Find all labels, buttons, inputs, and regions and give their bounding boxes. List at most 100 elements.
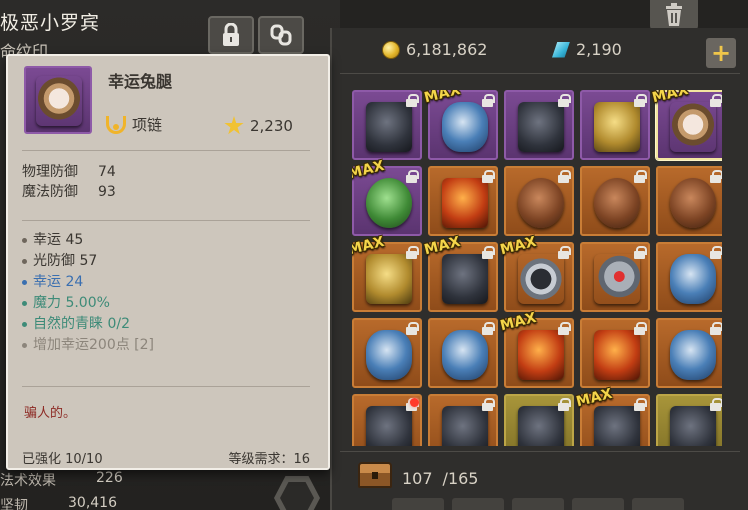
inventory-slot-spiked-skull-helm[interactable] bbox=[428, 318, 498, 388]
lock-icon bbox=[406, 94, 419, 107]
item-type-label: 项链 bbox=[132, 116, 163, 134]
inventory-slot-gas-mask-boots[interactable] bbox=[352, 90, 422, 160]
divider bbox=[22, 150, 310, 151]
attribute-row: 光防御 57 bbox=[22, 251, 154, 272]
ruby-ring-icon bbox=[594, 254, 640, 304]
inventory-slot-flame-staff[interactable]: MAX bbox=[499, 310, 574, 388]
inventory-slot-lucky-rabbit-foot[interactable]: MAX bbox=[651, 90, 722, 160]
attribute-text: 魔力 5.00% bbox=[33, 295, 110, 311]
add-currency-button[interactable]: + bbox=[706, 38, 736, 68]
bullet-icon bbox=[22, 322, 27, 327]
inventory-slot-silver-pendant[interactable]: MAX bbox=[499, 234, 574, 312]
bird-mask-icon bbox=[366, 254, 412, 304]
inventory-slot-bird-mask[interactable]: MAX bbox=[352, 234, 422, 312]
lock-icon bbox=[710, 94, 722, 107]
inventory-slot-clover-charm[interactable]: MAX bbox=[352, 158, 422, 236]
bottom-tab[interactable] bbox=[632, 498, 684, 510]
inventory-slot-spiked-gauntlet[interactable]: MAX bbox=[423, 234, 498, 312]
bullet-icon bbox=[22, 259, 27, 264]
gas-mask-boots-icon bbox=[366, 102, 412, 152]
inventory-slot-dark-armor[interactable] bbox=[428, 394, 498, 446]
attribute-row: 增加幸运200点 [2] bbox=[22, 335, 154, 356]
item-tooltip-card: 幸运兔腿 项链 2,230 物理防御 74 魔法防御 93 幸运 45 光防御 5… bbox=[6, 54, 330, 470]
item-type: 项链 bbox=[106, 114, 162, 135]
bullet-icon bbox=[22, 301, 27, 306]
bottom-tab[interactable] bbox=[452, 498, 504, 510]
spiked-skull-helm-icon bbox=[670, 254, 716, 304]
unlock-toggle-button[interactable] bbox=[258, 16, 304, 54]
inventory-slot-goggles[interactable] bbox=[504, 166, 574, 236]
lock-toggle-button[interactable] bbox=[208, 16, 254, 54]
inventory-slot-spiked-skull-helm[interactable] bbox=[656, 242, 722, 312]
background-stat-row: 法术效果 226 bbox=[0, 470, 123, 490]
lock-icon bbox=[223, 23, 239, 46]
inventory-slot-ruby-ring[interactable] bbox=[580, 242, 650, 312]
divider bbox=[22, 386, 310, 387]
spiked-gauntlet-icon bbox=[442, 254, 488, 304]
dark-armor-icon bbox=[442, 406, 488, 446]
dark-armor-icon bbox=[366, 406, 412, 446]
attribute-list: 幸运 45 光防御 57 幸运 24 魔力 5.00% 自然的青睐 0/2 增加幸运200… bbox=[22, 230, 154, 356]
blue-gauntlet-icon bbox=[442, 102, 488, 152]
divider bbox=[340, 451, 740, 452]
lock-icon bbox=[558, 398, 571, 411]
stat-value: 30,416 bbox=[68, 495, 117, 510]
inventory-slot-dark-armor[interactable] bbox=[352, 394, 422, 446]
bone-chain-icon bbox=[670, 330, 716, 380]
inventory-slot-blue-gauntlet[interactable]: MAX bbox=[423, 90, 498, 160]
inventory-slot-demon-mask[interactable] bbox=[428, 166, 498, 236]
inventory-slot-flame-sword[interactable] bbox=[580, 318, 650, 388]
capacity-total: 165 bbox=[447, 469, 479, 488]
level-requirement: 等级需求：16 bbox=[228, 452, 310, 467]
attribute-text: 增加幸运200点 [2] bbox=[33, 337, 155, 353]
divider bbox=[340, 73, 740, 74]
lock-icon bbox=[558, 94, 571, 107]
lock-icon bbox=[634, 94, 647, 107]
bottom-tab[interactable] bbox=[392, 498, 444, 510]
flame-sword-icon bbox=[594, 330, 640, 380]
inventory-slot-goggles[interactable] bbox=[656, 166, 722, 236]
gem-currency: 2,190 bbox=[552, 40, 622, 59]
hexagon-button[interactable] bbox=[274, 476, 320, 510]
trash-button[interactable] bbox=[650, 0, 698, 30]
inventory-slot-goggles[interactable] bbox=[580, 166, 650, 236]
gem-icon bbox=[552, 41, 570, 58]
stat-value: 226 bbox=[96, 470, 123, 486]
background-stat-row: 坚韧 30,416 bbox=[0, 495, 117, 510]
stat-label: 法术效果 bbox=[0, 473, 56, 489]
character-name: 极恶小罗宾 bbox=[0, 12, 101, 34]
defense-list: 物理防御 74 魔法防御 93 bbox=[22, 162, 116, 202]
gold-amount: 6,181,862 bbox=[406, 40, 488, 59]
item-icon-frame bbox=[24, 66, 92, 134]
horned-helm-icon bbox=[594, 406, 640, 446]
bottom-tab[interactable] bbox=[572, 498, 624, 510]
shadow-cloak-icon bbox=[518, 102, 564, 152]
golden-boots-icon bbox=[594, 102, 640, 152]
inventory-slot-bone-chain[interactable] bbox=[656, 318, 722, 388]
goggles-icon bbox=[594, 178, 640, 228]
inventory-slot-iron-helm[interactable] bbox=[504, 394, 574, 446]
inventory-slot-horned-helm[interactable]: MAX bbox=[575, 386, 650, 446]
inventory-slot-golden-boots[interactable] bbox=[580, 90, 650, 160]
divider bbox=[22, 220, 310, 221]
lock-icon bbox=[634, 246, 647, 259]
enhance-level: 已强化 10/10 bbox=[22, 452, 103, 467]
bottom-tabs bbox=[392, 498, 684, 510]
item-name: 幸运兔腿 bbox=[108, 72, 173, 91]
lock-icon bbox=[406, 170, 419, 183]
defense-value: 93 bbox=[98, 184, 116, 200]
attribute-row: 幸运 45 bbox=[22, 230, 154, 251]
bottom-tab[interactable] bbox=[512, 498, 564, 510]
inventory-slot-dark-shard[interactable] bbox=[656, 394, 722, 446]
inventory-slot-shadow-cloak[interactable] bbox=[504, 90, 574, 160]
lock-icon bbox=[710, 246, 722, 259]
inventory-panel: 6,181,862 2,190 + MAX MAX MAX MAX MAX MAX MAX M… bbox=[330, 28, 748, 510]
attribute-text: 自然的青睐 0/2 bbox=[33, 316, 130, 332]
inventory-slot-spiked-skull-helm[interactable] bbox=[352, 318, 422, 388]
lock-icon bbox=[634, 170, 647, 183]
iron-helm-icon bbox=[518, 406, 564, 446]
item-power: 2,230 bbox=[224, 116, 293, 136]
chest-icon bbox=[358, 462, 392, 488]
lock-icon bbox=[634, 398, 647, 411]
attribute-text: 幸运 45 bbox=[33, 232, 84, 248]
